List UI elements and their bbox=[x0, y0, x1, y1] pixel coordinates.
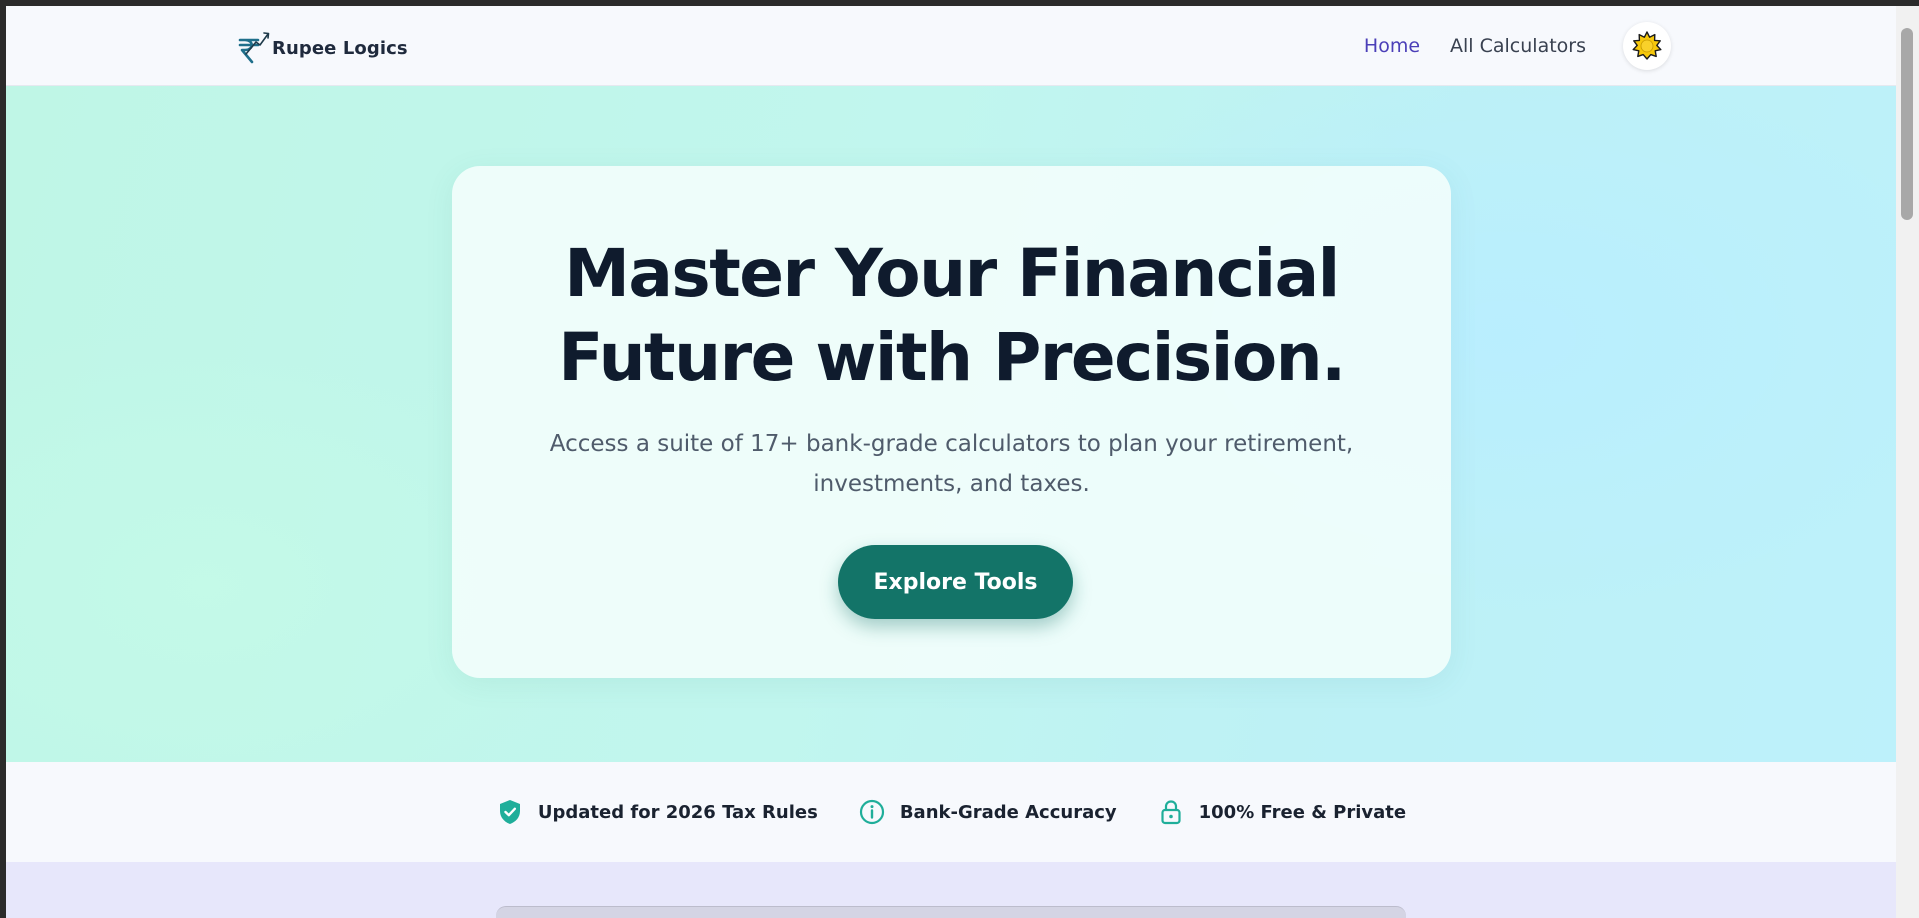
brand-name: Rupee Logics bbox=[272, 37, 408, 59]
rupee-logo-icon bbox=[238, 32, 270, 64]
lock-icon bbox=[1161, 800, 1181, 825]
theme-toggle-button[interactable] bbox=[1623, 22, 1671, 70]
hero-card: Master Your Financial Future with Precis… bbox=[452, 166, 1451, 678]
calculator-card-preview bbox=[496, 906, 1406, 918]
brand-logo[interactable]: Rupee Logics bbox=[236, 28, 408, 68]
features-strip: Updated for 2026 Tax Rules Bank-Grade Ac… bbox=[6, 762, 1896, 862]
nav-links: Home All Calculators bbox=[1364, 6, 1586, 86]
feature-label: Bank-Grade Accuracy bbox=[899, 801, 1117, 823]
explore-tools-button[interactable]: Explore Tools bbox=[838, 545, 1073, 619]
hero-subtitle: Access a suite of 17+ bank-grade calcula… bbox=[549, 431, 1354, 497]
feature-label: Updated for 2026 Tax Rules bbox=[537, 801, 818, 823]
calculators-section bbox=[6, 862, 1896, 918]
feature-label: 100% Free & Private bbox=[1198, 801, 1407, 823]
feature-item: Bank-Grade Accuracy bbox=[858, 798, 1117, 826]
page-scrollbar[interactable] bbox=[1896, 6, 1919, 918]
sun-icon bbox=[1632, 31, 1662, 60]
nav-link-home[interactable]: Home bbox=[1364, 35, 1420, 57]
hero-title: Master Your Financial Future with Precis… bbox=[452, 232, 1451, 400]
feature-item: Updated for 2026 Tax Rules bbox=[496, 798, 818, 826]
feature-item: 100% Free & Private bbox=[1157, 798, 1406, 826]
info-icon bbox=[859, 799, 884, 825]
browser-viewport: Rupee Logics Home All Calculators Master… bbox=[6, 6, 1896, 918]
hero-title-line-1: Master Your Financial bbox=[564, 235, 1340, 312]
shield-check-icon bbox=[499, 800, 520, 824]
navbar: Rupee Logics Home All Calculators bbox=[6, 6, 1896, 86]
nav-link-all-calculators[interactable]: All Calculators bbox=[1450, 35, 1586, 57]
hero-title-line-2: Future with Precision. bbox=[558, 319, 1346, 396]
hero-section: Master Your Financial Future with Precis… bbox=[6, 86, 1896, 762]
scrollbar-thumb[interactable] bbox=[1901, 28, 1913, 220]
